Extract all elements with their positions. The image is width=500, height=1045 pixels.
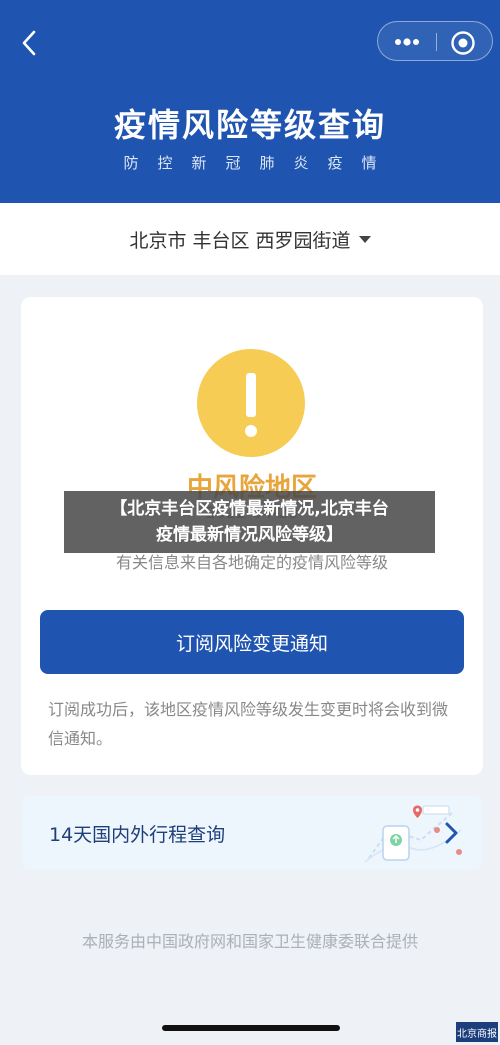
more-dots-icon [395, 38, 419, 46]
trip-query-label: 14天国内外行程查询 [49, 824, 226, 846]
target-icon [451, 31, 475, 55]
location-text: 北京市 丰台区 西罗园街道 [129, 229, 351, 252]
subscribe-note: 订阅成功后，该地区疫情风险等级发生变更时将会收到微信通知。 [48, 700, 449, 748]
chevron-right-icon [445, 822, 458, 844]
capsule-divider [436, 33, 437, 51]
caret-down-icon [358, 235, 371, 243]
page-title: 疫情风险等级查询 [113, 106, 386, 144]
mini-program-capsule [377, 21, 493, 61]
caption-line-2: 疫情最新情况风险等级】 [156, 525, 343, 545]
header: 疫情风险等级查询 防控新冠肺炎疫情 [0, 0, 500, 203]
caption-overlay: 【北京丰台区疫情最新情况,北京丰台 疫情最新情况风险等级】 [64, 491, 435, 553]
caption-line-1: 【北京丰台区疫情最新情况,北京丰台 [110, 499, 389, 519]
chevron-left-icon [22, 30, 36, 56]
location-selector[interactable]: 北京市 丰台区 西罗园街道 [0, 203, 500, 275]
close-button[interactable] [450, 30, 476, 56]
warning-icon [197, 349, 305, 457]
trip-query-card[interactable]: 14天国内外行程查询 [21, 796, 483, 870]
footer-note: 本服务由中国政府网和国家卫生健康委联合提供 [81, 932, 418, 951]
watermark-logo: 北京商报 [456, 1022, 498, 1042]
page-subtitle: 防控新冠肺炎疫情 [123, 154, 396, 172]
subscribe-button[interactable]: 订阅风险变更通知 [40, 610, 464, 674]
more-button[interactable] [392, 32, 422, 52]
home-indicator [162, 1025, 340, 1031]
back-button[interactable] [14, 26, 44, 60]
